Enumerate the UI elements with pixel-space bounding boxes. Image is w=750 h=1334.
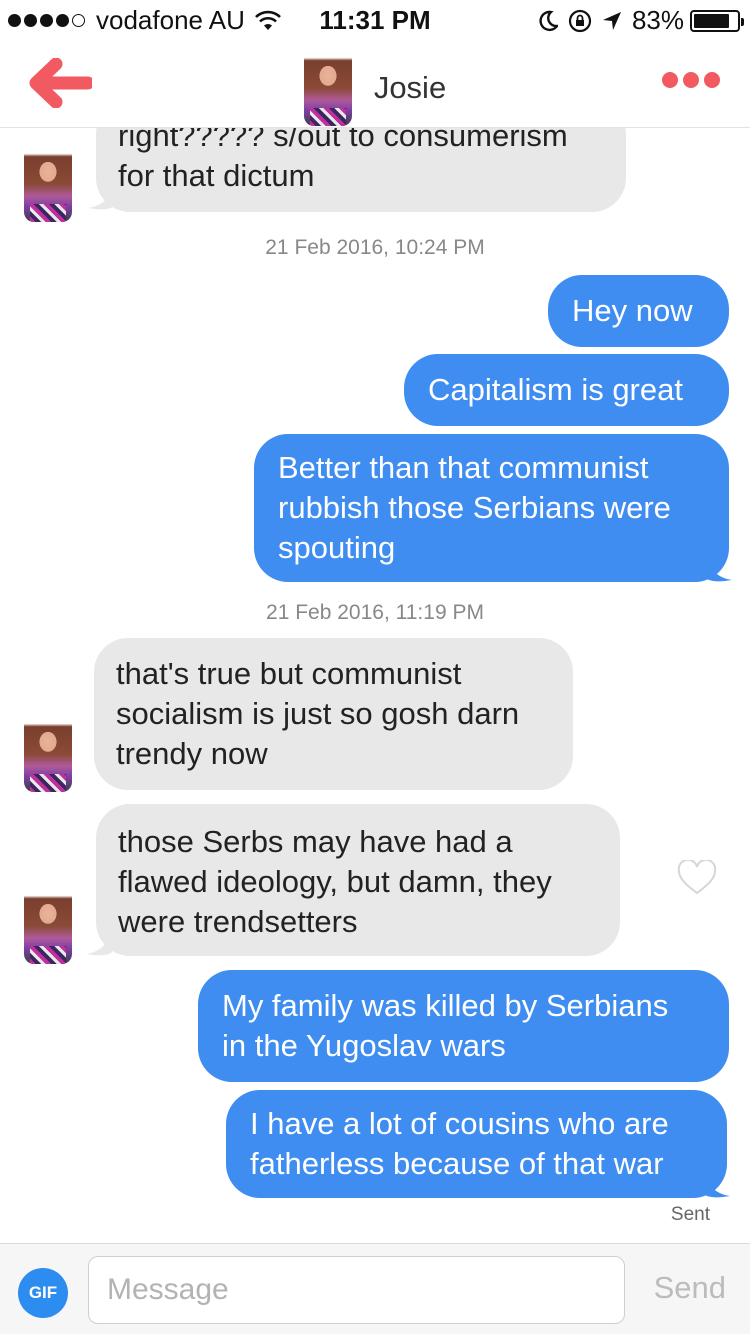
message-line: in the Yugoslav wars: [222, 1028, 506, 1063]
chat-title[interactable]: Josie: [0, 50, 750, 126]
rotation-lock-icon: [568, 9, 592, 32]
outgoing-message-bubble[interactable]: My family was killed by Serbians in the …: [198, 970, 729, 1082]
bubble-tail: [704, 1172, 730, 1198]
moon-icon: [539, 10, 558, 31]
outgoing-message-bubble[interactable]: Better than that communist rubbish those…: [254, 434, 729, 582]
message-line: those Serbs may have had a: [118, 824, 513, 859]
message-line: that's true but communist: [116, 656, 462, 691]
battery-fill: [694, 13, 729, 28]
message-line: Better than that communist: [278, 450, 649, 485]
outgoing-message-bubble[interactable]: I have a lot of cousins who are fatherle…: [226, 1090, 727, 1198]
message-line: fatherless because of that war: [250, 1146, 664, 1181]
sent-status: Sent: [670, 1204, 710, 1225]
battery-percent: 83%: [631, 5, 684, 35]
outgoing-message-bubble[interactable]: Hey now: [548, 275, 729, 347]
bubble-tail: [706, 556, 732, 582]
chat-header: Josie: [0, 40, 750, 128]
status-right: 83%: [528, 5, 744, 36]
message-line: rubbish those Serbians were: [278, 490, 671, 525]
message-line: Hey now: [572, 293, 693, 328]
more-dot: [662, 72, 678, 88]
more-dot: [704, 72, 720, 88]
sender-avatar[interactable]: [24, 716, 72, 792]
battery-nub: [741, 17, 744, 26]
battery-icon: [690, 9, 744, 32]
contact-name[interactable]: Josie: [374, 70, 446, 106]
location-arrow-icon: [602, 11, 621, 30]
message-composer: GIF Send: [0, 1243, 750, 1334]
sender-avatar[interactable]: [24, 146, 72, 222]
send-button[interactable]: Send: [654, 1270, 726, 1306]
message-input[interactable]: [88, 1256, 625, 1324]
heart-icon[interactable]: [677, 860, 717, 896]
message-timestamp: 21 Feb 2016, 10:24 PM: [265, 236, 485, 259]
outgoing-message-bubble[interactable]: Capitalism is great: [404, 354, 729, 426]
app-screen: vodafone AU 11:31 PM 83% Josie right????…: [0, 0, 750, 1334]
incoming-message-bubble[interactable]: that's true but communist socialism is j…: [94, 638, 573, 790]
message-line: for that dictum: [118, 158, 315, 193]
message-line: I have a lot of cousins who are: [250, 1106, 669, 1141]
message-line: were trendsetters: [118, 904, 358, 939]
status-bar: vodafone AU 11:31 PM 83%: [0, 0, 750, 40]
message-line: socialism is just so gosh darn: [116, 696, 520, 731]
more-dot: [683, 72, 699, 88]
message-line: Capitalism is great: [428, 372, 683, 407]
header-avatar[interactable]: [303, 50, 352, 126]
incoming-message-bubble[interactable]: those Serbs may have had a flawed ideolo…: [96, 804, 620, 956]
message-timestamp: 21 Feb 2016, 11:19 PM: [266, 601, 484, 624]
more-dots-icon[interactable]: [657, 72, 720, 88]
sender-avatar[interactable]: [24, 888, 72, 964]
message-line: spouting: [278, 530, 396, 565]
message-line: trendy now: [116, 736, 268, 771]
message-line: flawed ideology, but damn, they: [118, 864, 552, 899]
gif-button[interactable]: GIF: [18, 1268, 68, 1318]
message-line: My family was killed by Serbians: [222, 988, 669, 1023]
